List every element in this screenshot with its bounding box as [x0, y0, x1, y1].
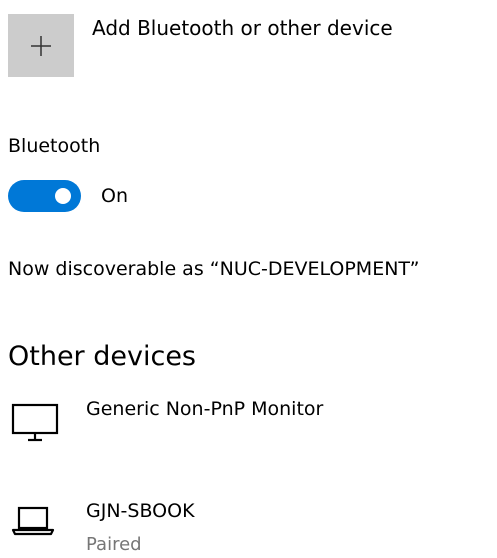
- discoverable-text: Now discoverable as “NUC-DEVELOPMENT”: [8, 258, 420, 280]
- device-status: Paired: [86, 534, 142, 555]
- bluetooth-toggle[interactable]: [8, 180, 81, 212]
- laptop-icon: [8, 498, 64, 544]
- device-name: Generic Non-PnP Monitor: [86, 398, 324, 420]
- add-device-label[interactable]: Add Bluetooth or other device: [92, 14, 393, 42]
- add-bluetooth-device-button[interactable]: Add Bluetooth or other device: [8, 14, 393, 77]
- bluetooth-toggle-state: On: [101, 185, 128, 207]
- device-text: Generic Non-PnP Monitor: [86, 396, 323, 422]
- add-device-tile[interactable]: [8, 14, 74, 77]
- bluetooth-toggle-row: On: [8, 180, 128, 212]
- device-item-laptop[interactable]: GJN-SBOOK Paired: [8, 498, 195, 558]
- plus-icon: [31, 35, 51, 56]
- device-name: GJN-SBOOK: [86, 500, 195, 522]
- bluetooth-heading: Bluetooth: [8, 135, 101, 157]
- device-item-monitor[interactable]: Generic Non-PnP Monitor: [8, 396, 323, 442]
- other-devices-title: Other devices: [8, 341, 196, 372]
- toggle-knob: [55, 188, 71, 204]
- device-text: GJN-SBOOK Paired: [86, 498, 195, 558]
- monitor-icon: [8, 396, 64, 442]
